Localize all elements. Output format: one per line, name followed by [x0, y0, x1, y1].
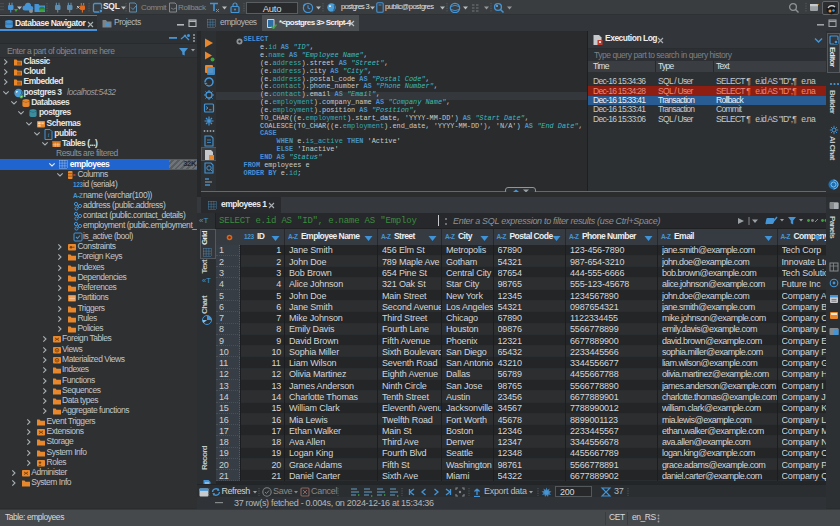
svg-text:i: i	[47, 132, 49, 138]
